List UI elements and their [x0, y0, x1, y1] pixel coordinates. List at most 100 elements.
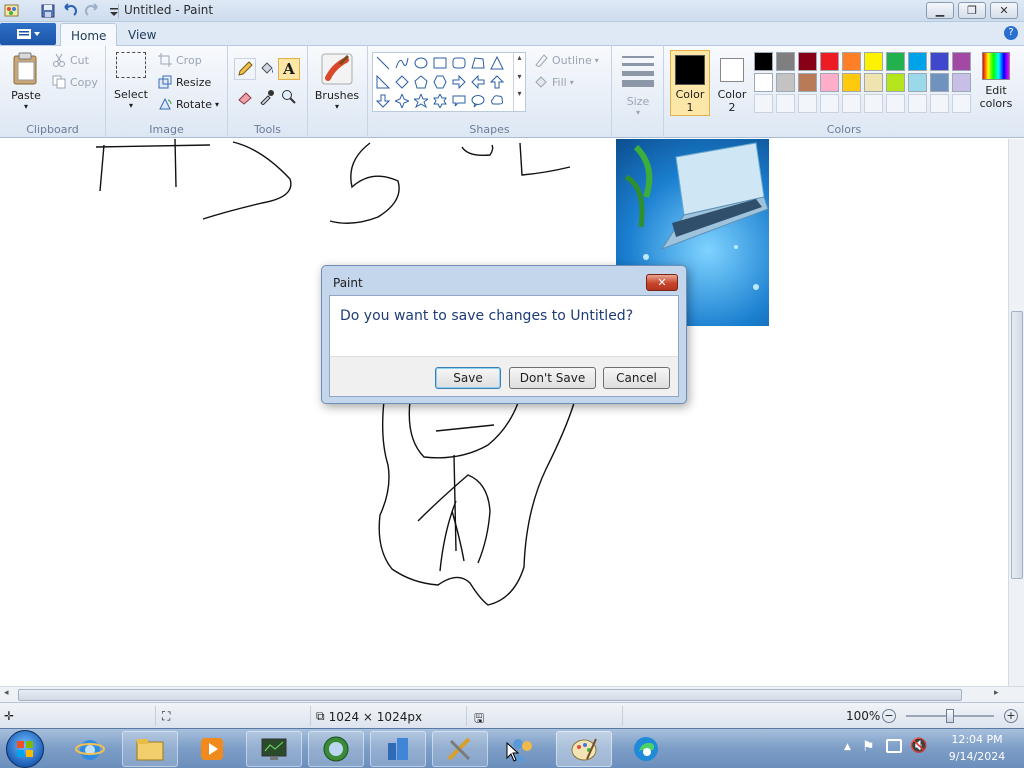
- pentagon-shape-icon[interactable]: [412, 73, 430, 91]
- zoom-in-button[interactable]: +: [1004, 709, 1018, 723]
- color-swatch[interactable]: [930, 52, 949, 71]
- taskbar-app-1[interactable]: [246, 731, 302, 767]
- color-swatch[interactable]: [798, 73, 817, 92]
- triangle-shape-icon[interactable]: [488, 54, 506, 72]
- custom-color-slot[interactable]: [930, 94, 949, 113]
- text-tool[interactable]: A: [278, 58, 300, 80]
- taskbar-app-2[interactable]: [308, 731, 364, 767]
- shapes-scroll-down-icon[interactable]: ▾: [514, 72, 525, 81]
- magnifier-tool[interactable]: [278, 86, 300, 108]
- cancel-button[interactable]: Cancel: [603, 367, 670, 389]
- copy-button[interactable]: Copy: [52, 75, 98, 89]
- rectangle-shape-icon[interactable]: [431, 54, 449, 72]
- rotate-button[interactable]: Rotate ▾: [158, 97, 219, 111]
- right-arrow-shape-icon[interactable]: [450, 73, 468, 91]
- right-triangle-shape-icon[interactable]: [374, 73, 392, 91]
- save-icon[interactable]: [40, 3, 56, 19]
- custom-color-slot[interactable]: [776, 94, 795, 113]
- network-icon[interactable]: [886, 739, 902, 753]
- select-button[interactable]: Select ▾: [112, 52, 150, 116]
- up-arrow-shape-icon[interactable]: [488, 73, 506, 91]
- edit-colors-button[interactable]: Edit colors: [976, 50, 1016, 116]
- down-arrow-shape-icon[interactable]: [374, 92, 392, 110]
- tab-home[interactable]: Home: [60, 23, 118, 46]
- clock-date[interactable]: 9/14/2024: [934, 750, 1020, 763]
- redo-icon[interactable]: [84, 3, 100, 19]
- shapes-gallery[interactable]: ▴ ▾ ▾: [372, 52, 526, 112]
- volume-muted-icon[interactable]: 🔇: [910, 738, 927, 754]
- custom-color-slot[interactable]: [820, 94, 839, 113]
- cloud-callout-shape-icon[interactable]: [488, 92, 506, 110]
- cut-button[interactable]: Cut: [52, 53, 89, 67]
- restore-button[interactable]: ❐: [958, 2, 986, 19]
- action-center-flag-icon[interactable]: ⚑: [862, 739, 875, 755]
- color-swatch[interactable]: [952, 73, 971, 92]
- color-swatch[interactable]: [798, 52, 817, 71]
- clock-time[interactable]: 12:04 PM: [934, 733, 1020, 746]
- color-swatch[interactable]: [886, 52, 905, 71]
- paste-button[interactable]: Paste ▾: [6, 50, 46, 114]
- help-icon[interactable]: ?: [1004, 26, 1018, 40]
- crop-button[interactable]: Crop: [158, 53, 202, 67]
- color-swatch[interactable]: [952, 52, 971, 71]
- zoom-slider-thumb[interactable]: [946, 709, 954, 723]
- taskbar-file-explorer[interactable]: [122, 731, 178, 767]
- close-window-button[interactable]: ✕: [990, 2, 1018, 19]
- color-swatch[interactable]: [776, 52, 795, 71]
- left-arrow-shape-icon[interactable]: [469, 73, 487, 91]
- customize-quick-access-icon[interactable]: [106, 3, 122, 19]
- vertical-scroll-thumb[interactable]: [1011, 311, 1023, 579]
- custom-color-slot[interactable]: [842, 94, 861, 113]
- outline-button[interactable]: Outline ▾: [534, 53, 599, 68]
- color-swatch[interactable]: [820, 52, 839, 71]
- paint-menu-button[interactable]: [0, 23, 56, 45]
- five-point-star-shape-icon[interactable]: [412, 92, 430, 110]
- six-point-star-shape-icon[interactable]: [431, 92, 449, 110]
- color-swatch[interactable]: [908, 73, 927, 92]
- vertical-scrollbar[interactable]: [1008, 139, 1024, 686]
- oval-callout-shape-icon[interactable]: [469, 92, 487, 110]
- resize-button[interactable]: Resize: [158, 75, 211, 89]
- tab-view[interactable]: View: [118, 23, 166, 46]
- color-swatch[interactable]: [908, 52, 927, 71]
- fill-tool[interactable]: [256, 58, 278, 80]
- four-point-star-shape-icon[interactable]: [393, 92, 411, 110]
- color2-button[interactable]: Color 2: [712, 50, 752, 116]
- undo-icon[interactable]: [62, 3, 78, 19]
- minimize-button[interactable]: ▁: [926, 2, 954, 19]
- drawing-canvas[interactable]: [0, 139, 1008, 686]
- brushes-button[interactable]: Brushes ▾: [314, 52, 360, 118]
- color-swatch[interactable]: [886, 73, 905, 92]
- eraser-tool[interactable]: [234, 86, 256, 108]
- color-swatch[interactable]: [864, 52, 883, 71]
- diamond-shape-icon[interactable]: [393, 73, 411, 91]
- pencil-tool[interactable]: [234, 58, 256, 80]
- polygon-shape-icon[interactable]: [469, 54, 487, 72]
- shapes-more-icon[interactable]: ▾: [514, 89, 525, 98]
- color-swatch[interactable]: [754, 52, 773, 71]
- horizontal-scroll-thumb[interactable]: [18, 689, 962, 701]
- custom-color-slot[interactable]: [886, 94, 905, 113]
- size-button[interactable]: Size ▾: [618, 52, 658, 118]
- taskbar-media-player[interactable]: [184, 731, 240, 767]
- hexagon-shape-icon[interactable]: [431, 73, 449, 91]
- rounded-callout-shape-icon[interactable]: [450, 92, 468, 110]
- taskbar-app-3[interactable]: [370, 731, 426, 767]
- taskbar-internet-explorer[interactable]: [62, 731, 118, 767]
- rounded-rectangle-shape-icon[interactable]: [450, 54, 468, 72]
- custom-color-slot[interactable]: [798, 94, 817, 113]
- fill-button[interactable]: Fill ▾: [534, 75, 574, 89]
- start-button[interactable]: [6, 730, 44, 768]
- scroll-left-icon[interactable]: ◂: [4, 688, 9, 698]
- curve-shape-icon[interactable]: [393, 54, 411, 72]
- dont-save-button[interactable]: Don't Save: [509, 367, 596, 389]
- taskbar-edge[interactable]: [618, 731, 674, 767]
- zoom-out-button[interactable]: −: [882, 709, 896, 723]
- oval-shape-icon[interactable]: [412, 54, 430, 72]
- taskbar-paint[interactable]: [556, 731, 612, 767]
- color-swatch[interactable]: [842, 52, 861, 71]
- paint-app-icon[interactable]: [4, 3, 20, 19]
- custom-color-slot[interactable]: [864, 94, 883, 113]
- taskbar-app-4[interactable]: [432, 731, 488, 767]
- color-swatch[interactable]: [776, 73, 795, 92]
